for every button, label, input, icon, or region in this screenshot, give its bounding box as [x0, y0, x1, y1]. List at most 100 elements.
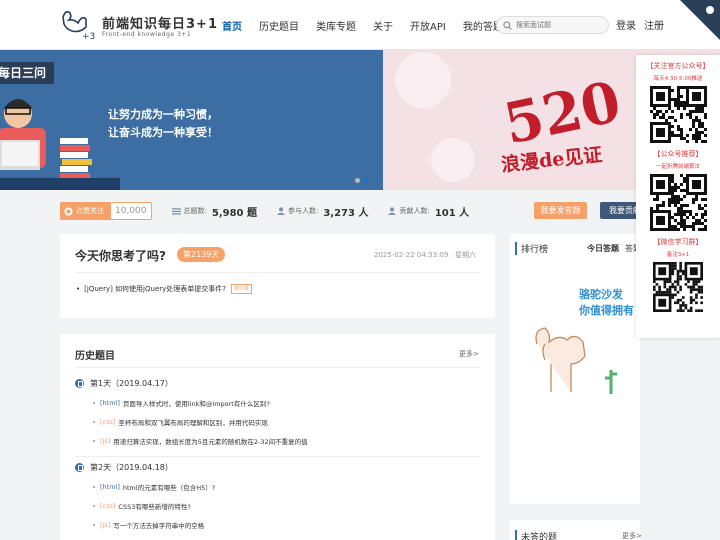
search-icon[interactable] [503, 20, 512, 30]
divider [75, 272, 480, 273]
nav-open-api[interactable]: 开放API [410, 18, 446, 33]
unanswered-title: 未答的题 [515, 530, 557, 540]
history-card: 历史题目 更多> 第1天（2019.04.17） [html] 页面导入样式时，使… [60, 334, 495, 540]
qr-code-recommend [649, 174, 707, 231]
day-header: 第2天（2019.04.18） [75, 462, 480, 473]
banner-illustration-icon [0, 99, 120, 190]
list-item[interactable]: [html] 页面导入样式时，使用link和@import有什么区别? [93, 398, 480, 408]
logo-title: 前端知识每日3+1 [102, 17, 218, 32]
follow-widget[interactable]: 点赞关注 10,000 [60, 202, 152, 220]
bullet-dot [93, 505, 95, 507]
bullet-dot [93, 486, 95, 488]
nav-home[interactable]: 首页 [222, 18, 242, 33]
qr-code-icon [653, 262, 703, 312]
question-tag: [html] [100, 483, 120, 491]
stat-participants-label: 参与人数: [287, 207, 319, 215]
carousel-dot-2[interactable] [364, 178, 369, 183]
recommend-sub: 一起折腾前端算法 [655, 164, 700, 170]
official-account-sub: 每天4:30-5:00推送 [653, 76, 703, 82]
history-day-2: 第2天（2019.04.18） [html] html的元素有哪些（包含H5）? … [75, 462, 480, 540]
logo-camel-icon: +3 [62, 10, 95, 41]
unanswered-more-link[interactable]: 更多> [622, 531, 642, 540]
today-question-text[interactable]: 如何使用jQuery处理表单提交事件? [115, 284, 226, 294]
main-nav: 首页 历史题目 类库专题 关于 开放API 我的答题 [222, 0, 520, 50]
qr-code-official [649, 86, 707, 143]
today-card: 今天你思考了吗? 第2139天 2025-02-22 04:33:09 星期六 … [60, 234, 495, 318]
divider [75, 367, 480, 368]
register-link[interactable]: 注册 [644, 17, 664, 32]
today-datetime: 2025-02-22 04:33:09 星期六 [374, 250, 476, 260]
calendar-icon [75, 379, 84, 388]
list-item[interactable]: [js] 写一个方法去掉字符串中的空格 [93, 520, 480, 530]
unanswered-card: 未答的题 更多> [510, 520, 642, 540]
camel-sofa-ad[interactable]: 骆驼沙发 你值得拥有 [515, 274, 640, 404]
official-account-title: 【关注官方公众号】 [646, 62, 710, 70]
svg-text:+3: +3 [82, 32, 95, 41]
list-item[interactable]: [html] html的元素有哪些（包含H5）? [93, 482, 480, 492]
nav-library[interactable]: 类库专题 [316, 18, 356, 33]
question-text[interactable]: html的元素有哪些（包含H5）? [123, 482, 215, 492]
today-question[interactable]: • [jQuery] 如何使用jQuery处理表单提交事件? 待沙发 [76, 284, 253, 294]
list-item[interactable]: [css] CSS3有哪些新增的特性? [93, 501, 480, 511]
wechat-group-sub: 备注3+1 [666, 252, 690, 258]
user-icon [276, 207, 285, 215]
qr-code-icon [649, 86, 707, 143]
banner-slide-left[interactable]: 每日三问 让努力成为一种习惯， 让奋斗成为一种享受！ [0, 50, 383, 190]
login-link[interactable]: 登录 [616, 17, 636, 32]
rank-title: 排行榜 [515, 242, 548, 255]
stat-total-value: 5,980 题 [211, 207, 257, 219]
follow-count: 10,000 [110, 202, 152, 220]
recommend-title: 【公众号推荐】 [653, 150, 703, 158]
question-text[interactable]: CSS3有哪些新增的特性? [118, 501, 190, 511]
pending-badge: 待沙发 [231, 284, 253, 294]
logo-subtitle: Front-end knowledge 3+1 [102, 31, 192, 38]
search-box [496, 16, 609, 34]
nav-history[interactable]: 历史题目 [259, 18, 299, 33]
question-tag: [js] [100, 521, 111, 529]
site-logo[interactable]: +3 前端知识每日3+1 Front-end knowledge 3+1 [60, 7, 220, 43]
bullet-dot [93, 440, 95, 442]
github-icon [64, 206, 73, 216]
days-badge: 第2139天 [177, 247, 226, 262]
floating-qr-panel: 【关注官方公众号】 每天4:30-5:00推送 【公众号推荐】 一起折腾前端算法… [636, 55, 720, 338]
stat-contributors-label: 贡献人数: [399, 207, 430, 215]
bullet-dot [93, 402, 95, 404]
question-tag: [css] [100, 502, 116, 510]
history-more-link[interactable]: 更多> [459, 349, 479, 359]
calendar-icon [75, 463, 84, 472]
user-icon [388, 207, 397, 215]
question-text[interactable]: 页面导入样式时，使用link和@import有什么区别? [123, 398, 270, 408]
qr-code-group [653, 262, 703, 312]
github-corner-icon[interactable] [680, 0, 720, 40]
question-text[interactable]: 写一个方法去掉字符串中的空格 [113, 520, 204, 530]
banner-slogan-2: 让奋斗成为一种享受！ [108, 126, 218, 139]
nav-about[interactable]: 关于 [373, 18, 393, 33]
question-text[interactable]: 用递归算法实现，数组长度为5且元素的随机数在2-32间不重复的值 [113, 436, 307, 446]
question-text[interactable]: 圣杯布局和双飞翼布局的理解和区别，并用代码实现 [118, 417, 268, 427]
top-header: +3 前端知识每日3+1 Front-end knowledge 3+1 首页 … [0, 0, 720, 50]
search-input[interactable] [516, 21, 606, 29]
list-item[interactable]: [js] 用递归算法实现，数组长度为5且元素的随机数在2-32间不重复的值 [93, 436, 480, 446]
submit-answer-button[interactable]: 我要发答题 [534, 202, 587, 219]
day-label: 第1天（2019.04.17） [90, 379, 173, 388]
list-item[interactable]: [css] 圣杯布局和双飞翼布局的理解和区别，并用代码实现 [93, 417, 480, 427]
stat-participants-value: 3,273 人 [323, 207, 369, 219]
today-weekday: 星期六 [455, 251, 477, 259]
wechat-group-title: 【微信学习群】 [653, 238, 703, 246]
question-tag: [js] [100, 437, 111, 445]
auth-links: 登录 注册 [616, 17, 672, 32]
bullet-dot [93, 421, 95, 423]
divider [75, 456, 480, 457]
stat-participants: 参与人数: 3,273 人 [276, 204, 369, 219]
carousel-dot-1[interactable] [355, 178, 360, 183]
follow-button[interactable]: 点赞关注 [60, 202, 110, 220]
bullet: • [76, 285, 81, 293]
history-title: 历史题目 [75, 351, 115, 362]
today-title: 今天你思考了吗? [75, 249, 166, 263]
list-icon [171, 208, 181, 215]
stat-total-label: 总题数: [183, 207, 207, 215]
tab-today-answers[interactable]: 今日答题 [587, 243, 619, 254]
history-day-1: 第1天（2019.04.17） [html] 页面导入样式时，使用link和@im… [75, 378, 480, 457]
question-tag: [html] [100, 399, 120, 407]
qr-code-icon [649, 174, 707, 231]
